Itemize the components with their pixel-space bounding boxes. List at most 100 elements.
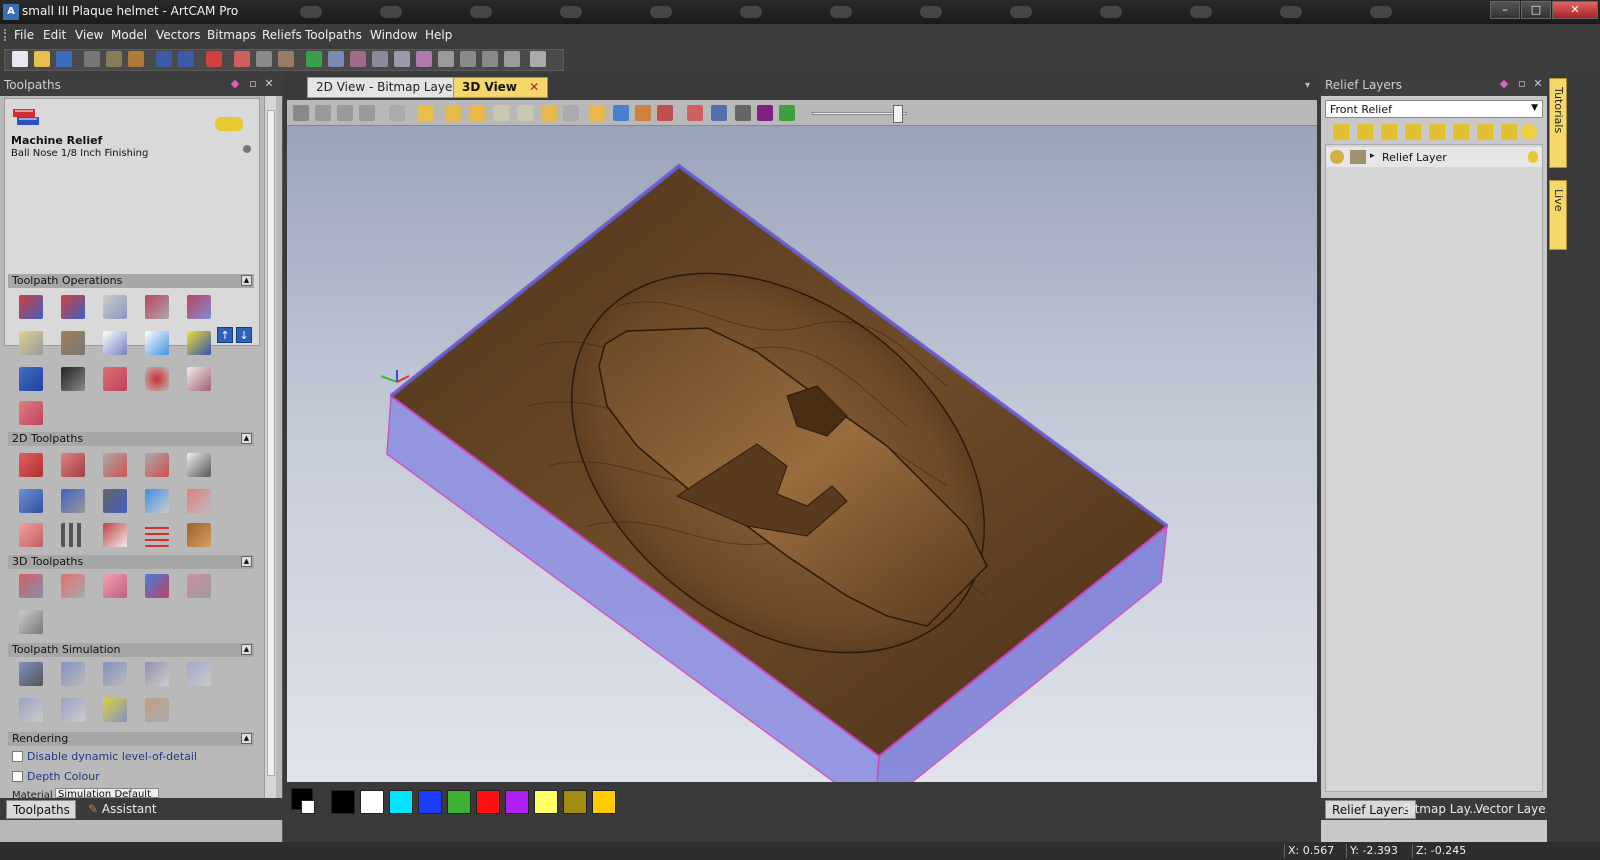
shaded-icon[interactable]: [445, 105, 461, 121]
collapse-icon[interactable]: ▲: [241, 733, 252, 744]
move-up-layer-icon[interactable]: [1405, 124, 1421, 140]
secondary-colour-swatch[interactable]: [301, 800, 315, 814]
toolpath-op-5[interactable]: [184, 292, 214, 322]
block-icon[interactable]: [657, 105, 673, 121]
flatten-icon[interactable]: [563, 105, 579, 121]
checkbox-icon[interactable]: [12, 751, 23, 762]
menu-file[interactable]: File: [14, 28, 34, 42]
invert-layer-icon[interactable]: [1453, 124, 1469, 140]
toolpath-op-15[interactable]: [184, 364, 214, 394]
mirror-icon[interactable]: [416, 51, 432, 67]
simulate-toolpath-icon[interactable]: [58, 659, 88, 689]
edit-icon[interactable]: [206, 51, 222, 67]
rendering-header[interactable]: Rendering ▲: [8, 732, 254, 746]
relief-layer-row[interactable]: ▸ Relief Layer: [1326, 147, 1542, 167]
toolpath-op-13[interactable]: [100, 364, 130, 394]
collapse-icon[interactable]: ▲: [241, 644, 252, 655]
bevel-icon[interactable]: [58, 486, 88, 516]
tab-2d-view[interactable]: 2D View - Bitmap Layer: [307, 77, 467, 98]
menu-vectors[interactable]: Vectors: [156, 28, 201, 42]
chevron-right-icon[interactable]: ▸: [1370, 151, 1375, 161]
light-bulb-icon[interactable]: [1521, 124, 1537, 140]
bitmap-toolpath-icon[interactable]: [100, 520, 130, 550]
move-down-button[interactable]: ↓: [236, 327, 252, 343]
menu-toolpaths[interactable]: Toolpaths: [305, 28, 362, 42]
brush-icon[interactable]: [711, 105, 727, 121]
toolpath-op-8[interactable]: [100, 328, 130, 358]
live-side-tab[interactable]: Live: [1549, 180, 1567, 250]
z-level-roughing-icon[interactable]: [58, 571, 88, 601]
waterline-icon[interactable]: [100, 571, 130, 601]
dock-icon[interactable]: ▫: [1515, 77, 1529, 91]
maximize-button[interactable]: □: [1521, 1, 1551, 19]
smart-engrave-icon[interactable]: [142, 486, 172, 516]
tab-close-icon[interactable]: ✕: [529, 80, 539, 94]
node-tool-icon[interactable]: [256, 51, 272, 67]
v-bit-carving-icon[interactable]: [142, 450, 172, 480]
gear-icon[interactable]: [735, 105, 751, 121]
collapse-icon[interactable]: ▲: [241, 556, 252, 567]
machine-relief-toolpath-icon[interactable]: [16, 571, 46, 601]
simulate-block-icon[interactable]: [100, 659, 130, 689]
profile-outline-icon[interactable]: [16, 520, 46, 550]
inlay-icon[interactable]: [16, 486, 46, 516]
delete-layer-icon[interactable]: [1501, 124, 1517, 140]
light-icon[interactable]: [417, 105, 433, 121]
draw-icon[interactable]: [493, 105, 509, 121]
save-simulation-icon[interactable]: [58, 695, 88, 725]
rotate-icon[interactable]: [394, 51, 410, 67]
load-simulation-icon[interactable]: [100, 695, 130, 725]
swatch-blue[interactable]: [418, 790, 442, 814]
toolpath-op-1[interactable]: [16, 292, 46, 322]
render-plane-icon[interactable]: [589, 105, 605, 121]
star-icon[interactable]: [613, 105, 629, 121]
panel-scrollbar[interactable]: [264, 96, 276, 818]
snap-icon[interactable]: [530, 51, 546, 67]
reset-block-icon[interactable]: [142, 659, 172, 689]
paste-icon[interactable]: [128, 51, 144, 67]
material-select[interactable]: Simulation Default: [55, 788, 159, 798]
toolpath-simulation-header[interactable]: Toolpath Simulation ▲: [8, 643, 254, 657]
save-icon[interactable]: [56, 51, 72, 67]
swatch-white[interactable]: [360, 790, 384, 814]
depth-colour-checkbox[interactable]: Depth Colour: [12, 770, 100, 783]
grid-icon[interactable]: [306, 51, 322, 67]
swatch-red[interactable]: [476, 790, 500, 814]
swatch-yellow[interactable]: [534, 790, 558, 814]
iso-view-icon[interactable]: [293, 105, 309, 121]
toolpath-op-11[interactable]: [16, 364, 46, 394]
tutorials-side-tab[interactable]: Tutorials: [1549, 78, 1567, 168]
swatch-gold[interactable]: [592, 790, 616, 814]
prism-icon[interactable]: [100, 486, 130, 516]
checkbox-icon[interactable]: [12, 771, 23, 782]
fluting-icon[interactable]: [184, 486, 214, 516]
panel-close-icon[interactable]: ✕: [1531, 77, 1545, 91]
tab-toolpaths[interactable]: Toolpaths: [6, 800, 76, 819]
axes-icon[interactable]: [469, 105, 485, 121]
engraving-icon[interactable]: [184, 450, 214, 480]
toolpath-op-7[interactable]: [58, 328, 88, 358]
toolpath-op-9[interactable]: [142, 328, 172, 358]
tab-3d-view[interactable]: 3D View ✕: [453, 77, 549, 98]
toolpath-op-3[interactable]: [100, 292, 130, 322]
menu-model[interactable]: Model: [111, 28, 147, 42]
relief-view-icon[interactable]: [328, 51, 344, 67]
collapse-icon[interactable]: ▲: [241, 433, 252, 444]
menu-help[interactable]: Help: [425, 28, 452, 42]
swatch-purple[interactable]: [505, 790, 529, 814]
offset-icon[interactable]: [438, 51, 454, 67]
rest-machining-icon[interactable]: [142, 571, 172, 601]
swatch-green[interactable]: [447, 790, 471, 814]
vector-tool-icon[interactable]: [234, 51, 250, 67]
merge-layer-icon[interactable]: [1381, 124, 1397, 140]
menu-bitmaps[interactable]: Bitmaps: [207, 28, 256, 42]
tool-library-icon[interactable]: [215, 117, 243, 131]
new-file-icon[interactable]: [12, 51, 28, 67]
collapse-icon[interactable]: ▲: [241, 275, 252, 286]
material-icon[interactable]: [635, 105, 651, 121]
dock-icon[interactable]: ▫: [246, 77, 260, 91]
active-layer-bulb-icon[interactable]: [1528, 151, 1538, 163]
copy-layer-icon[interactable]: [1357, 124, 1373, 140]
pin-icon[interactable]: ◆: [1497, 77, 1511, 91]
panel-close-icon[interactable]: ✕: [262, 77, 276, 91]
